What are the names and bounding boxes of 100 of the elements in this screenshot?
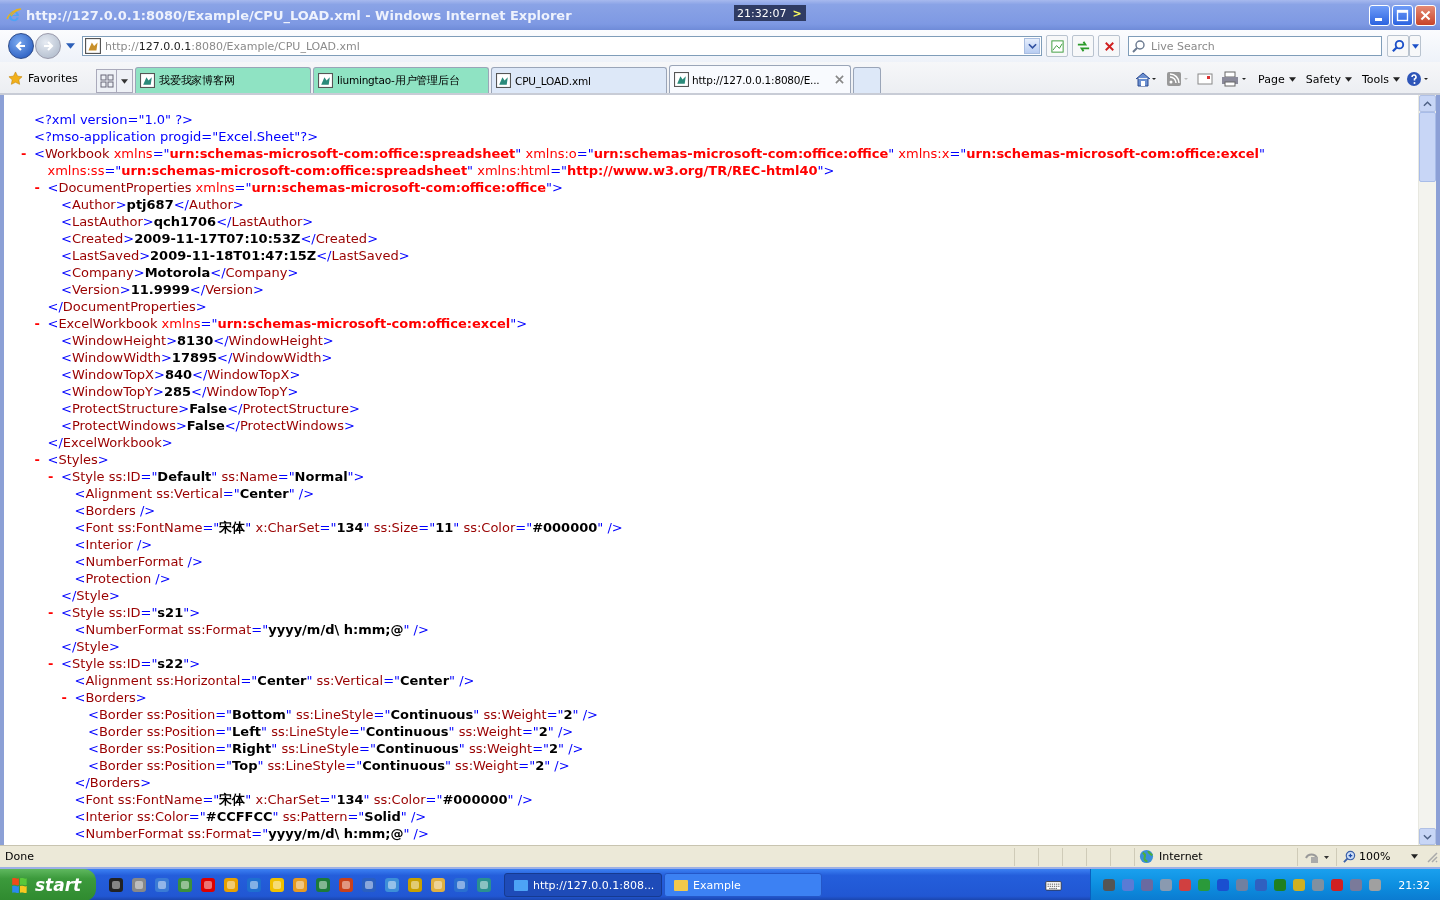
taskbar-window-button[interactable]: http://127.0.0.1:808...	[504, 873, 662, 897]
refresh-button[interactable]	[1072, 35, 1094, 57]
feeds-button[interactable]	[1164, 71, 1191, 87]
back-button[interactable]	[8, 33, 34, 59]
xml-line: <DocumentProperties xmlns="urn:schemas-microsoft-com:office:office">	[47, 179, 563, 196]
xml-line: <?mso-application progid="Excel.Sheet"?>	[34, 128, 319, 145]
address-field[interactable]: http://127.0.0.1:8080/Example/CPU_LOAD.xml	[82, 36, 1042, 56]
keyboard-icon[interactable]	[1045, 879, 1063, 891]
app-launch-icon[interactable]	[269, 877, 285, 893]
xml-line: <ExcelWorkbook xmlns="urn:schemas-microsoft-com:office:excel">	[47, 315, 528, 332]
address-dropdown-button[interactable]	[1024, 38, 1040, 54]
stop-button[interactable]	[1098, 35, 1120, 57]
clock-time: 21:32:07	[737, 6, 787, 20]
app-launch-icon[interactable]	[361, 877, 377, 893]
maximize-button[interactable]	[1392, 4, 1413, 26]
close-button[interactable]	[1415, 4, 1436, 26]
search-options-button[interactable]	[1409, 35, 1421, 57]
app-launch-icon[interactable]	[476, 877, 492, 893]
xml-line: <Font ss:FontName="宋体" x:CharSet="134" ss:Size="11" ss:Color="#000000" />	[74, 519, 623, 536]
close-icon[interactable]	[835, 75, 844, 84]
search-field[interactable]: Live Search	[1128, 36, 1382, 56]
xml-line: <Author>ptj687</Author>	[61, 196, 244, 213]
tray-icon[interactable]	[1139, 877, 1156, 893]
compatibility-view-button[interactable]	[1046, 35, 1068, 57]
browser-tab[interactable]: http://127.0.0.1:8080/E...	[669, 65, 851, 93]
tray-icon[interactable]	[1177, 877, 1194, 893]
collapse-toggle[interactable]: -	[48, 469, 54, 484]
app-launch-icon[interactable]	[108, 877, 124, 893]
xml-line: <Style ss:ID="s21">	[61, 604, 201, 621]
collapse-toggle[interactable]: -	[48, 656, 54, 671]
tray-icon[interactable]	[1291, 877, 1308, 893]
tab-list-button[interactable]	[117, 69, 133, 93]
collapse-toggle[interactable]: -	[61, 690, 67, 705]
app-launch-icon[interactable]	[154, 877, 170, 893]
browser-tab[interactable]: 我爱我家博客网	[135, 67, 311, 93]
tray-icon[interactable]	[1253, 877, 1270, 893]
xml-line: </DocumentProperties>	[47, 298, 207, 315]
collapse-toggle[interactable]: -	[34, 452, 40, 467]
collapse-toggle[interactable]: -	[34, 180, 40, 195]
scroll-thumb[interactable]	[1419, 112, 1436, 182]
xml-line: <NumberFormat />	[74, 553, 203, 570]
print-button[interactable]	[1220, 71, 1249, 87]
app-launch-icon[interactable]	[315, 877, 331, 893]
xml-line: <Border ss:Position="Right" ss:LineStyle="Continuous" ss:Weight="2" />	[88, 740, 584, 757]
clock-arrow[interactable]: >	[792, 6, 802, 20]
app-launch-icon[interactable]	[177, 877, 193, 893]
mail-button[interactable]	[1196, 71, 1215, 87]
history-dropdown-icon[interactable]	[66, 43, 75, 49]
app-launch-icon[interactable]	[384, 877, 400, 893]
xml-line: <?xml version="1.0" ?>	[34, 111, 193, 128]
tray-icon[interactable]	[1272, 877, 1289, 893]
address-url: http://127.0.0.1:8080/Example/CPU_LOAD.xml	[105, 39, 361, 53]
chevron-down-icon	[1027, 43, 1037, 49]
tray-icon[interactable]	[1215, 877, 1232, 893]
resize-grip-icon[interactable]	[1426, 850, 1438, 863]
caret-icon	[1411, 43, 1419, 49]
page-favicon-icon	[140, 73, 155, 88]
favorites-button[interactable]: Favorites	[8, 65, 90, 91]
browser-tab[interactable]: CPU_LOAD.xml	[491, 67, 667, 93]
app-launch-icon[interactable]	[223, 877, 239, 893]
xml-line: <Interior ss:Color="#CCFFCC" ss:Pattern="Solid" />	[74, 808, 427, 825]
taskbar-window-button[interactable]: Example	[664, 873, 822, 897]
page-favicon-icon	[318, 73, 333, 88]
app-launch-icon[interactable]	[246, 877, 262, 893]
command-menu[interactable]: Page	[1258, 72, 1296, 86]
command-menu[interactable]: Safety	[1305, 72, 1352, 86]
xml-line: <Alignment ss:Horizontal="Center" ss:Vertical="Center" />	[74, 672, 475, 689]
app-launch-icon[interactable]	[200, 877, 216, 893]
xml-line: <Border ss:Position="Bottom" ss:LineStyle="Continuous" ss:Weight="2" />	[88, 706, 598, 723]
xml-line: <NumberFormat ss:Format="yyyy/m/d\ h:mm;@" />	[74, 825, 429, 842]
scroll-down-button[interactable]	[1419, 828, 1436, 845]
app-launch-icon[interactable]	[338, 877, 354, 893]
start-button[interactable]: start	[0, 869, 96, 900]
scroll-up-button[interactable]	[1419, 95, 1436, 112]
page-favicon-icon	[674, 72, 689, 87]
search-button[interactable]	[1387, 35, 1409, 57]
app-launch-icon[interactable]	[292, 877, 308, 893]
new-tab-button[interactable]	[853, 67, 881, 93]
xml-line: </ExcelWorkbook>	[47, 434, 173, 451]
collapse-toggle[interactable]: -	[21, 146, 27, 161]
browser-e-icon	[6, 7, 22, 23]
zoom-button[interactable]: 100%	[1336, 847, 1424, 866]
xml-line: <Styles>	[47, 451, 109, 468]
app-launch-icon[interactable]	[131, 877, 147, 893]
globe-icon	[1139, 849, 1154, 864]
browser-tab[interactable]: liumingtao-用户管理后台	[313, 67, 489, 93]
search-icon	[1132, 39, 1146, 53]
tray-icon[interactable]	[1329, 877, 1346, 893]
app-launch-icon[interactable]	[407, 877, 423, 893]
search-icon	[1390, 38, 1406, 54]
minimize-button[interactable]	[1369, 4, 1390, 26]
xml-line: <Workbook xmlns="urn:schemas-microsoft-com:office:spreadsheet" xmlns:o="urn:schemas-microsoft-com:office:office" xmlns:x="urn:schemas-microsoft-com:office:excel"	[34, 145, 1266, 162]
xml-line: <Style ss:ID="Default" ss:Name="Normal">	[61, 468, 365, 485]
status-text: Done	[5, 850, 35, 863]
collapse-toggle[interactable]: -	[34, 316, 40, 331]
tray-icon[interactable]	[1101, 877, 1118, 893]
app-launch-icon[interactable]	[430, 877, 446, 893]
command-menu[interactable]: Tools	[1361, 72, 1400, 86]
app-launch-icon[interactable]	[453, 877, 469, 893]
collapse-toggle[interactable]: -	[48, 605, 54, 620]
